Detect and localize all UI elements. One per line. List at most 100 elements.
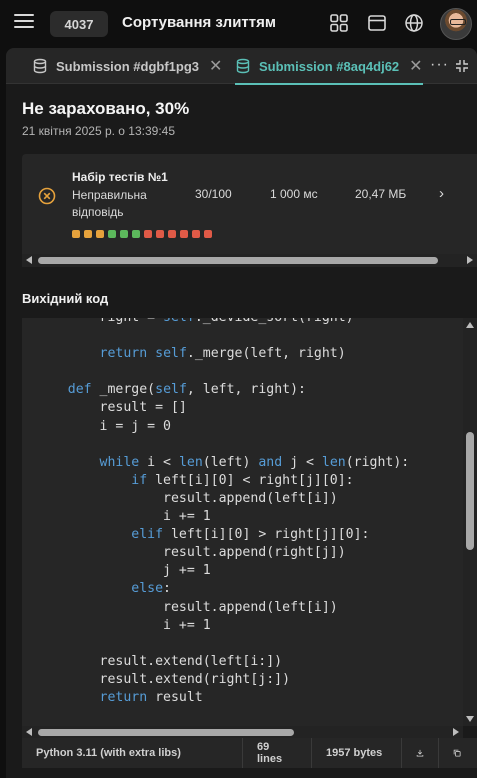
- code-token: left[i][0] < right[j][0]:: [147, 472, 354, 488]
- code-line[interactable]: result.append(left[i]): [22, 490, 409, 508]
- globe-icon[interactable]: [404, 13, 424, 33]
- code-token: result.extend(right[j:]): [36, 671, 291, 687]
- code-editor[interactable]: right = self._devide_sort(right) return …: [22, 318, 477, 726]
- problem-title: Сортування злиттям: [122, 14, 276, 31]
- code-line[interactable]: j += 1: [22, 562, 409, 580]
- byte-count: 1957 bytes: [312, 738, 402, 768]
- code-line[interactable]: [22, 363, 409, 381]
- code-keyword: else: [131, 581, 164, 597]
- window-icon[interactable]: [367, 13, 387, 33]
- code-line[interactable]: else:: [22, 580, 409, 598]
- code-line[interactable]: result.extend(right[j:]): [22, 671, 409, 689]
- test-result-dot: [168, 230, 176, 238]
- problem-number-badge[interactable]: 4037: [50, 11, 108, 37]
- test-result-dot: [156, 230, 164, 238]
- code-line[interactable]: i += 1: [22, 508, 409, 526]
- code-keyword: len: [321, 454, 346, 470]
- code-token: _merge(: [91, 382, 156, 398]
- code-line[interactable]: if left[i][0] < right[j][0]:: [22, 472, 409, 490]
- code-line[interactable]: [22, 635, 409, 653]
- code-keyword: len: [178, 454, 203, 470]
- test-result-dot: [108, 230, 116, 238]
- code-line[interactable]: result.append(right[j]): [22, 544, 409, 562]
- test-time: 1 000 мс: [270, 187, 318, 201]
- test-set-card[interactable]: Набір тестів №1 Неправильна відповідь 30…: [22, 154, 477, 254]
- test-result-dot: [144, 230, 152, 238]
- collapse-icon[interactable]: [454, 58, 470, 74]
- code-token: (right):: [345, 454, 410, 470]
- tab-submission-8aq4dj62[interactable]: Submission #8aq4dj62 ✕: [235, 48, 423, 85]
- code-line[interactable]: return self._merge(left, right): [22, 345, 409, 363]
- horizontal-scrollbar[interactable]: [22, 254, 477, 267]
- download-icon: [416, 749, 424, 757]
- code-content[interactable]: right = self._devide_sort(right) return …: [22, 318, 409, 707]
- code-token: ._devide_sort(right): [195, 318, 354, 325]
- copy-button[interactable]: [439, 738, 475, 768]
- code-line[interactable]: result = []: [22, 399, 409, 417]
- code-keyword: elif: [131, 527, 164, 543]
- test-score: 30/100: [195, 187, 232, 201]
- code-line[interactable]: result.extend(left[i:]): [22, 653, 409, 671]
- tab-bar: Submission #dgbf1pg3 ✕ Submission #8aq4d…: [6, 48, 477, 85]
- submission-status: Не зараховано, 30%: [22, 99, 190, 118]
- scroll-up-icon[interactable]: [466, 322, 474, 328]
- code-footer: Python 3.11 (with extra libs) 69 lines 1…: [22, 738, 477, 768]
- code-line[interactable]: return result: [22, 689, 409, 707]
- chevron-right-icon[interactable]: ›: [439, 185, 444, 202]
- scroll-right-icon[interactable]: [467, 256, 473, 264]
- close-icon[interactable]: ✕: [209, 56, 222, 76]
- code-keyword: if: [131, 472, 148, 488]
- scroll-left-icon[interactable]: [26, 728, 32, 736]
- code-line[interactable]: elif left[i][0] > right[j][0]:: [22, 526, 409, 544]
- code-line[interactable]: right = self._devide_sort(right): [22, 318, 409, 327]
- scroll-left-icon[interactable]: [26, 256, 32, 264]
- code-token: result: [147, 689, 203, 705]
- code-line[interactable]: i += 1: [22, 617, 409, 635]
- code-keyword: def: [67, 382, 92, 398]
- test-result-dot: [72, 230, 80, 238]
- scrollbar-thumb[interactable]: [38, 257, 438, 264]
- code-line[interactable]: while i < len(left) and j < len(right):: [22, 454, 410, 472]
- code-line[interactable]: def _merge(self, left, right):: [22, 381, 409, 399]
- close-icon[interactable]: ✕: [409, 56, 422, 76]
- code-token: result = []: [36, 400, 187, 416]
- code-token: ._merge(left, right): [186, 346, 346, 362]
- code-keyword: self: [163, 318, 195, 325]
- test-verdict: Неправильна відповідь: [72, 188, 147, 219]
- code-token: i <: [139, 454, 179, 470]
- code-line[interactable]: [22, 436, 409, 454]
- code-token: result.extend(left[i:]): [36, 653, 283, 669]
- code-keyword: self: [155, 382, 187, 398]
- test-result-dot: [132, 230, 140, 238]
- avatar[interactable]: [440, 8, 472, 40]
- scrollbar-thumb[interactable]: [38, 729, 294, 736]
- vertical-scrollbar[interactable]: [463, 318, 477, 726]
- test-result-dot: [192, 230, 200, 238]
- code-token: :: [163, 581, 171, 597]
- code-line[interactable]: i = j = 0: [22, 418, 409, 436]
- tab-submission-dgbf1pg3[interactable]: Submission #dgbf1pg3 ✕: [32, 48, 222, 84]
- code-token: j <: [282, 454, 322, 470]
- scroll-down-icon[interactable]: [466, 716, 474, 722]
- menu-icon[interactable]: [14, 14, 34, 32]
- scrollbar-thumb[interactable]: [466, 432, 474, 550]
- test-result-dot: [120, 230, 128, 238]
- code-token: right =: [36, 318, 163, 325]
- grid-icon[interactable]: [329, 13, 349, 33]
- tab-label: Submission #dgbf1pg3: [56, 58, 200, 74]
- scroll-right-icon[interactable]: [453, 728, 459, 736]
- code-keyword: return: [99, 689, 148, 705]
- more-options-icon[interactable]: ···: [430, 56, 449, 74]
- download-button[interactable]: [402, 738, 439, 768]
- code-token: i += 1: [36, 617, 211, 633]
- code-line[interactable]: [22, 327, 409, 345]
- code-line[interactable]: result.append(left[i]): [22, 599, 409, 617]
- code-keyword: self: [155, 346, 187, 362]
- code-token: j += 1: [36, 563, 211, 579]
- submission-panel: Submission #dgbf1pg3 ✕ Submission #8aq4d…: [6, 48, 477, 778]
- code-token: result.append(left[i]): [36, 490, 338, 506]
